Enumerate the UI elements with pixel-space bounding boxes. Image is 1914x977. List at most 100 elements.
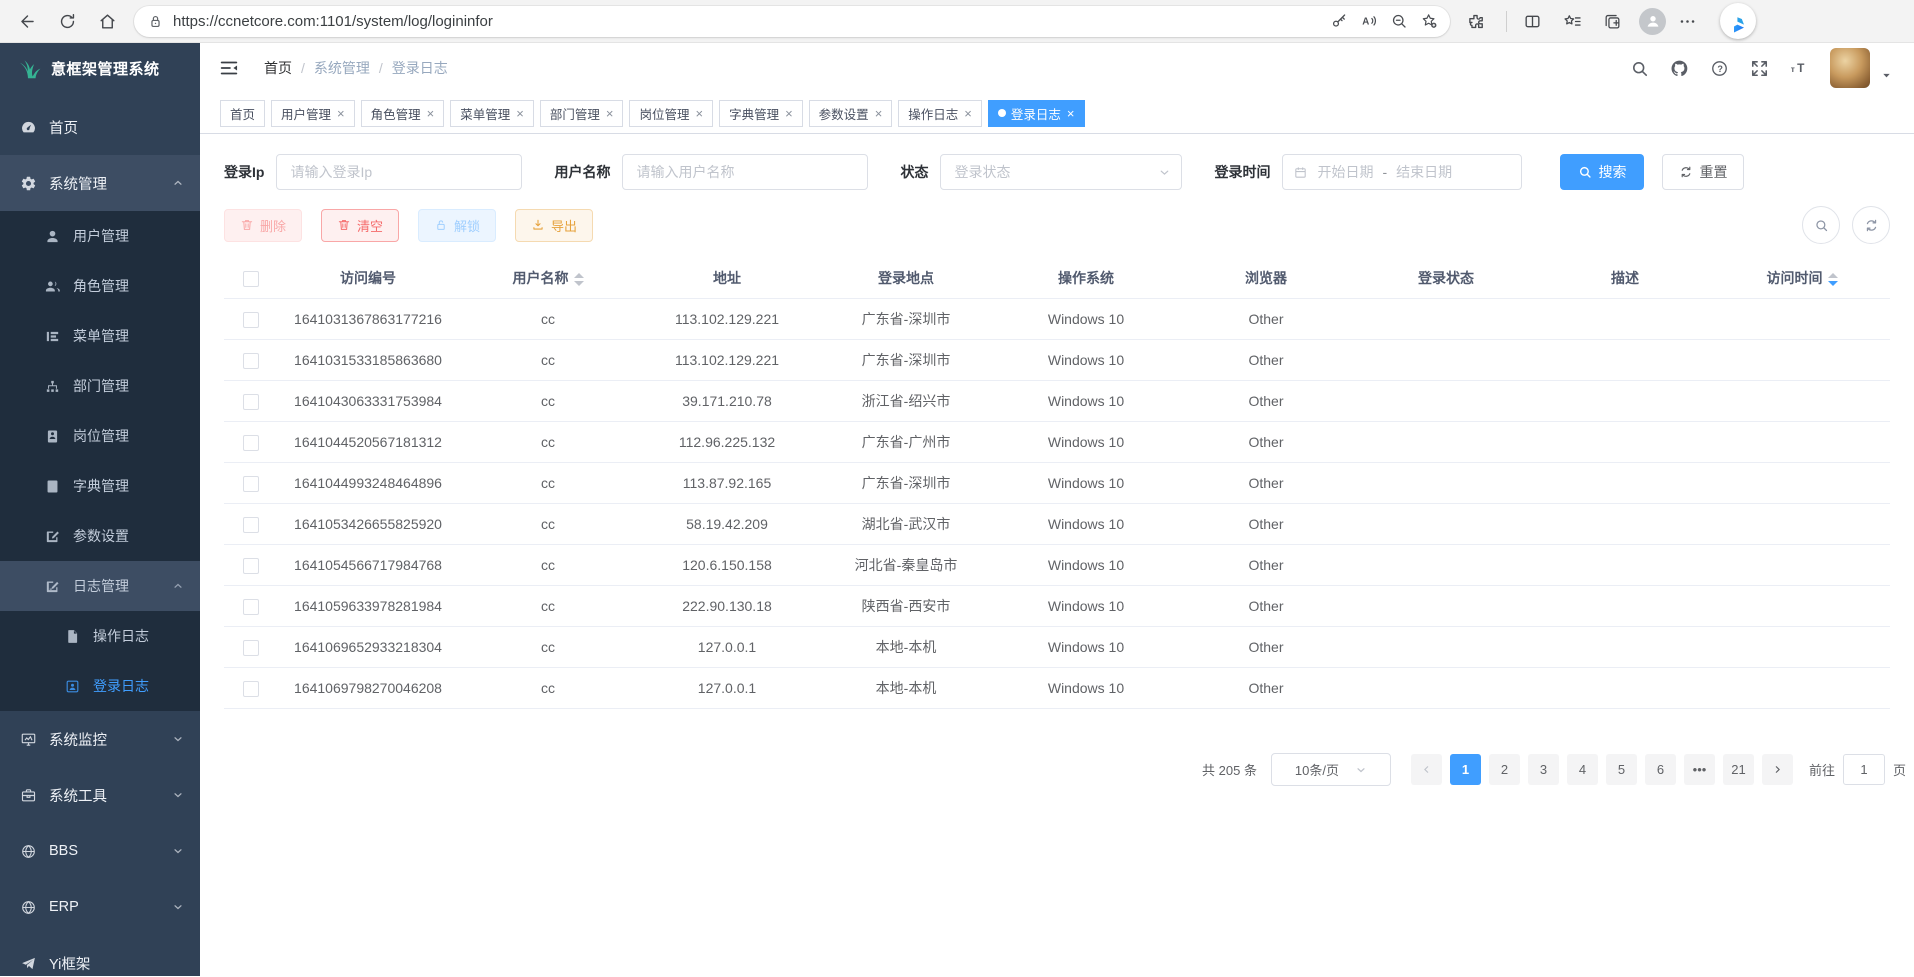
browser-home-icon[interactable] [90,4,124,38]
export-button[interactable]: 导出 [515,209,593,242]
page-button-3[interactable]: 3 [1528,754,1559,785]
tab-岗位管理[interactable]: 岗位管理× [629,100,713,127]
tab-字典管理[interactable]: 字典管理× [719,100,803,127]
user-avatar[interactable] [1830,48,1870,88]
sidebar-item-config[interactable]: 参数设置 [0,511,200,561]
breadcrumb-home[interactable]: 首页 [264,58,292,78]
avatar-caret-down-icon[interactable] [1881,56,1892,81]
row-checkbox[interactable] [243,517,259,533]
tab-close-icon[interactable]: × [875,106,883,121]
refresh-table-button[interactable] [1852,206,1890,244]
sidebar-item-post[interactable]: 岗位管理 [0,411,200,461]
page-size-select[interactable]: 10条/页 [1271,753,1391,786]
split-screen-icon[interactable] [1515,4,1549,38]
row-checkbox[interactable] [243,558,259,574]
table-row[interactable]: 1641069798270046208cc127.0.0.1本地-本机Windo… [224,668,1890,709]
tab-close-icon[interactable]: × [695,106,703,121]
address-bar[interactable]: https://ccnetcore.com:1101/system/log/lo… [134,6,1450,37]
tab-操作日志[interactable]: 操作日志× [898,100,982,127]
page-button-4[interactable]: 4 [1567,754,1598,785]
more-pages-button[interactable]: ••• [1684,754,1715,785]
browser-profile-icon[interactable] [1639,8,1666,35]
tab-菜单管理[interactable]: 菜单管理× [450,100,534,127]
table-row[interactable]: 1641044993248464896cc113.87.92.165广东省-深圳… [224,463,1890,504]
show-search-toggle-button[interactable] [1802,206,1840,244]
copilot-bing-icon[interactable] [1720,3,1756,39]
delete-button[interactable]: 删除 [224,209,302,242]
row-checkbox[interactable] [243,476,259,492]
zoom-out-icon[interactable] [1384,7,1414,35]
tab-首页[interactable]: 首页 [220,100,265,127]
row-checkbox[interactable] [243,599,259,615]
sidebar-item-user[interactable]: 用户管理 [0,211,200,261]
user-name-input[interactable] [622,154,868,190]
status-select[interactable]: 登录状态 [940,154,1182,190]
sidebar-item-role[interactable]: 角色管理 [0,261,200,311]
sidebar-item-operlog[interactable]: 操作日志 [0,611,200,661]
tab-登录日志[interactable]: 登录日志× [988,100,1085,127]
password-key-icon[interactable] [1324,7,1354,35]
fullscreen-icon[interactable] [1750,59,1769,78]
sidebar-item-menu[interactable]: 菜单管理 [0,311,200,361]
header-search-icon[interactable] [1630,59,1649,78]
browser-menu-dots-icon[interactable] [1670,4,1704,38]
sidebar-item-system[interactable]: 系统管理 [0,155,200,211]
tab-部门管理[interactable]: 部门管理× [540,100,624,127]
row-checkbox[interactable] [243,394,259,410]
goto-page-input[interactable] [1843,754,1885,785]
table-row[interactable]: 1641043063331753984cc39.171.210.78浙江省-绍兴… [224,381,1890,422]
table-row[interactable]: 1641059633978281984cc222.90.130.18陕西省-西安… [224,586,1890,627]
select-all-checkbox[interactable] [243,271,259,287]
sidebar-item-bbs[interactable]: BBS [0,823,200,879]
favorite-star-icon[interactable] [1414,7,1444,35]
browser-back-icon[interactable] [10,4,44,38]
next-page-button[interactable] [1762,754,1793,785]
clear-button[interactable]: 清空 [321,209,399,242]
sidebar-item-home[interactable]: 首页 [0,99,200,155]
reset-button[interactable]: 重置 [1662,154,1744,190]
column-header-访问时间[interactable]: 访问时间 [1714,258,1890,299]
row-checkbox[interactable] [243,435,259,451]
lock-icon[interactable] [147,13,164,30]
sidebar-fold-icon[interactable] [218,57,240,79]
github-icon[interactable] [1670,59,1689,78]
page-button-6[interactable]: 6 [1645,754,1676,785]
sort-caret[interactable] [1828,273,1838,286]
table-row[interactable]: 1641053426655825920cc58.19.42.209湖北省-武汉市… [224,504,1890,545]
sort-caret[interactable] [574,273,584,286]
table-row[interactable]: 1641054566717984768cc120.6.150.158河北省-秦皇… [224,545,1890,586]
tab-close-icon[interactable]: × [785,106,793,121]
browser-refresh-icon[interactable] [50,4,84,38]
font-size-icon[interactable]: тT [1790,59,1809,78]
sidebar-item-dict[interactable]: 字典管理 [0,461,200,511]
column-header-用户名称[interactable]: 用户名称 [458,258,638,299]
collections-icon[interactable] [1595,4,1629,38]
page-button-1[interactable]: 1 [1450,754,1481,785]
row-checkbox[interactable] [243,640,259,656]
table-row[interactable]: 1641069652933218304cc127.0.0.1本地-本机Windo… [224,627,1890,668]
sidebar-item-yiframe[interactable]: Yi框架 [0,935,200,976]
table-row[interactable]: 1641031367863177216cc113.102.129.221广东省-… [224,299,1890,340]
tab-close-icon[interactable]: × [1067,106,1075,121]
breadcrumb-system[interactable]: 系统管理 [314,58,370,78]
table-row[interactable]: 1641031533185863680cc113.102.129.221广东省-… [224,340,1890,381]
app-logo[interactable]: 意框架管理系统 [0,43,200,93]
read-aloud-icon[interactable]: A [1354,7,1384,35]
header-select-all[interactable] [224,258,278,299]
tab-close-icon[interactable]: × [964,106,972,121]
sidebar-item-log[interactable]: 日志管理 [0,561,200,611]
tab-close-icon[interactable]: × [337,106,345,121]
page-button-2[interactable]: 2 [1489,754,1520,785]
row-checkbox[interactable] [243,353,259,369]
login-ip-input[interactable] [276,154,522,190]
page-button-5[interactable]: 5 [1606,754,1637,785]
extensions-icon[interactable] [1458,4,1492,38]
unlock-button[interactable]: 解锁 [418,209,496,242]
sidebar-item-dept[interactable]: 部门管理 [0,361,200,411]
tab-参数设置[interactable]: 参数设置× [809,100,893,127]
row-checkbox[interactable] [243,312,259,328]
sidebar-item-tool[interactable]: 系统工具 [0,767,200,823]
url-text[interactable]: https://ccnetcore.com:1101/system/log/lo… [173,13,1324,30]
sidebar-item-erp[interactable]: ERP [0,879,200,935]
tab-close-icon[interactable]: × [606,106,614,121]
